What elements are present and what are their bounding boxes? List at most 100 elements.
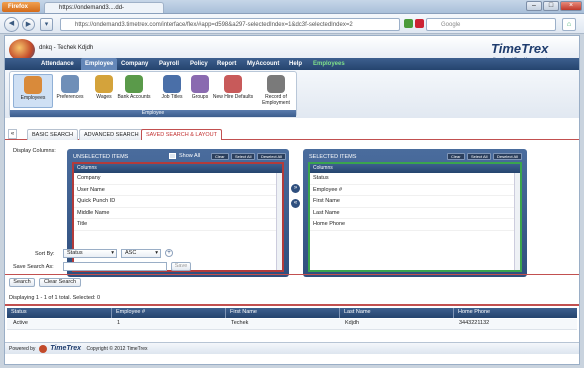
menu-employee[interactable]: Employee: [81, 58, 118, 70]
unselected-columns-header: Columns: [74, 164, 282, 173]
search-input[interactable]: Google: [426, 18, 556, 31]
menu-payroll[interactable]: Payroll: [155, 58, 183, 70]
maximize-icon[interactable]: □: [543, 1, 559, 11]
clear-search-button[interactable]: Clear Search: [39, 278, 81, 287]
list-item[interactable]: Quick Punch ID: [74, 196, 282, 208]
tool-record-of-employment[interactable]: Record of Employment: [256, 74, 296, 108]
column-header-first-name[interactable]: First Name: [225, 308, 257, 318]
refresh-icon[interactable]: [404, 19, 413, 28]
minimize-icon[interactable]: –: [526, 1, 542, 11]
tool-group-label: Employee: [10, 110, 296, 117]
column-header-employee-number[interactable]: Employee #: [111, 308, 145, 318]
column-header-status[interactable]: Status: [7, 308, 27, 318]
main-menu: Attendance Employee Company Payroll Poli…: [5, 58, 579, 70]
tool-new-hire-defaults-label: New Hire Defaults: [212, 94, 254, 100]
address-bar[interactable]: https://ondemand3.timetrex.com/interface…: [60, 18, 400, 31]
app-footer: Powered by TimeTrex Copyright © 2012 Tim…: [5, 342, 579, 354]
save-search-input[interactable]: [63, 262, 167, 271]
unselected-clear-button[interactable]: Clear: [211, 153, 229, 160]
sort-field-value: Status: [67, 250, 83, 256]
preferences-icon: [61, 75, 79, 93]
display-columns-label: Display Columns:: [13, 148, 56, 154]
menu-employees-breadcrumb[interactable]: Employees: [309, 58, 349, 70]
show-all-label: Show All: [179, 153, 201, 159]
timetrex-footer-logo-icon: [38, 344, 47, 353]
unselected-items-title: UNSELECTED ITEMS: [73, 154, 129, 160]
cell-home-phone: 3443221132: [459, 320, 490, 326]
cell-employee-number: 1: [117, 320, 121, 326]
menu-attendance[interactable]: Attendance: [37, 58, 78, 70]
selected-clear-button[interactable]: Clear: [447, 153, 465, 160]
history-dropdown-icon[interactable]: ▾: [40, 18, 53, 31]
cell-last-name: Kdjdh: [345, 320, 360, 326]
sort-direction-value: ASC: [125, 250, 137, 256]
unselected-scrollbar[interactable]: [276, 173, 282, 270]
list-item[interactable]: User Name: [74, 185, 282, 196]
ribbon-toolbar: Employees Preferences Wages Bank Account…: [5, 70, 579, 118]
list-item[interactable]: First Name: [310, 196, 520, 208]
tool-employees[interactable]: Employees: [13, 74, 53, 108]
menu-help[interactable]: Help: [285, 58, 306, 70]
search-button[interactable]: Search: [9, 278, 35, 287]
add-sort-icon[interactable]: +: [165, 249, 173, 257]
browser-tab[interactable]: https://ondemand3....dd-selectedIndex=3: [44, 2, 164, 21]
home-icon[interactable]: ⌂: [562, 18, 576, 31]
selected-items-panel: SELECTED ITEMS Clear Select All Deselect…: [303, 149, 527, 277]
tab-saved-search-layout[interactable]: SAVED SEARCH & LAYOUT: [141, 129, 223, 140]
powered-by-label: Powered by: [9, 346, 36, 352]
column-header-home-phone[interactable]: Home Phone: [453, 308, 490, 318]
tool-preferences-label: Preferences: [56, 94, 84, 100]
tool-new-hire-defaults[interactable]: New Hire Defaults: [210, 74, 256, 108]
sort-field-select[interactable]: Status ▾: [63, 249, 117, 258]
tab-basic-search[interactable]: BASIC SEARCH: [27, 129, 78, 140]
table-row[interactable]: Active 1 Techek Kdjdh 3443221132: [7, 319, 577, 330]
selected-listbox[interactable]: Columns Status Employee # First Name Las…: [308, 162, 522, 272]
sort-by-label: Sort By:: [35, 251, 55, 257]
record-of-employment-icon: [267, 75, 285, 93]
menu-myaccount[interactable]: MyAccount: [243, 58, 283, 70]
list-item[interactable]: Status: [310, 173, 520, 185]
sort-direction-select[interactable]: ASC ▾: [121, 249, 161, 258]
stop-icon[interactable]: [415, 19, 424, 28]
save-button[interactable]: Save: [171, 262, 191, 271]
window-titlebar: Firefox https://ondemand3....dd-selected…: [0, 0, 584, 21]
firefox-menu-button[interactable]: Firefox: [2, 2, 40, 12]
close-icon[interactable]: ×: [560, 1, 582, 11]
back-icon[interactable]: ◀: [4, 17, 19, 32]
brand-logo-text: TimeTrex: [491, 41, 549, 56]
move-left-icon[interactable]: «: [291, 199, 300, 208]
list-item[interactable]: Middle Name: [74, 208, 282, 219]
user-name: dnkq - Techek Kdjdh: [39, 45, 94, 51]
column-header-last-name[interactable]: Last Name: [339, 308, 371, 318]
list-item[interactable]: Company: [74, 173, 282, 185]
menu-company[interactable]: Company: [117, 58, 152, 70]
tool-employees-label: Employees: [20, 95, 46, 101]
tab-advanced-search[interactable]: ADVANCED SEARCH: [79, 129, 144, 140]
menu-report[interactable]: Report: [213, 58, 240, 70]
footer-brand: TimeTrex: [50, 345, 82, 352]
move-right-icon[interactable]: »: [291, 184, 300, 193]
tool-bank-accounts-label: Bank Accounts: [117, 94, 151, 100]
forward-icon[interactable]: ▶: [22, 18, 35, 31]
navigation-toolbar: ◀ ▶ ▾ https://ondemand3.timetrex.com/int…: [0, 14, 584, 34]
unselected-select-all-button[interactable]: Select All: [231, 153, 256, 160]
show-all-checkbox[interactable]: [169, 153, 176, 159]
list-item[interactable]: Home Phone: [310, 219, 520, 231]
selected-columns-header: Columns: [310, 164, 520, 173]
cell-status: Active: [13, 320, 28, 326]
selected-scrollbar[interactable]: [514, 173, 520, 270]
unselected-deselect-all-button[interactable]: Deselect All: [257, 153, 286, 160]
employees-icon: [24, 76, 42, 94]
list-item[interactable]: Employee #: [310, 185, 520, 196]
tool-bank-accounts[interactable]: Bank Accounts: [114, 74, 154, 108]
selected-select-all-button[interactable]: Select All: [467, 153, 492, 160]
list-item[interactable]: Last Name: [310, 208, 520, 219]
copyright-text: Copyright © 2012 TimeTrex: [86, 346, 148, 352]
cell-first-name: Techek: [231, 320, 249, 326]
menu-policy[interactable]: Policy: [186, 58, 212, 70]
list-item[interactable]: Title: [74, 219, 282, 231]
selected-deselect-all-button[interactable]: Deselect All: [493, 153, 522, 160]
employee-tool-group: Employees Preferences Wages Bank Account…: [9, 71, 297, 117]
job-titles-icon: [163, 75, 181, 93]
timetrex-app: dnkq - Techek Kdjdh TimeTrex Payroll and…: [4, 35, 580, 365]
